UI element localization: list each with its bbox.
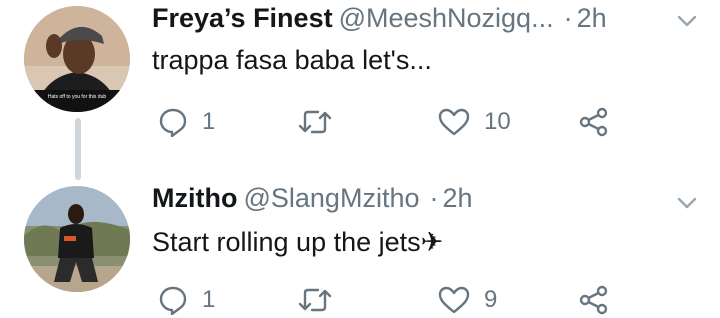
- display-name[interactable]: Mzitho: [152, 183, 237, 213]
- timestamp[interactable]: 2h: [577, 3, 607, 33]
- tweet-actions: 1 10: [152, 104, 622, 140]
- like-button[interactable]: 10: [438, 104, 511, 140]
- timestamp[interactable]: 2h: [442, 183, 472, 213]
- retweet-icon: [298, 107, 332, 137]
- share-icon: [578, 106, 610, 138]
- separator-dot: ·: [563, 3, 573, 33]
- heart-icon: [438, 285, 470, 315]
- reply-count: 1: [202, 108, 216, 135]
- tweet-header: Freya’s Finest @MeeshNozigq... · 2h: [152, 2, 607, 34]
- retweet-icon: [298, 285, 332, 315]
- share-button[interactable]: [578, 104, 610, 140]
- avatar[interactable]: Hats off to you for this dub: [24, 6, 130, 112]
- heart-icon: [438, 107, 470, 137]
- chevron-down-icon[interactable]: [676, 10, 698, 32]
- avatar-caption: Hats off to you for this dub: [48, 94, 106, 100]
- reply-button[interactable]: 1: [158, 104, 215, 140]
- avatar[interactable]: [24, 186, 130, 292]
- separator-dot: ·: [429, 183, 439, 213]
- share-icon: [578, 284, 610, 316]
- reply-icon: [158, 107, 188, 137]
- user-handle[interactable]: @SlangMzitho: [243, 183, 419, 213]
- display-name[interactable]: Freya’s Finest: [152, 3, 333, 33]
- reply-icon: [158, 285, 188, 315]
- tweet-text: Start rolling up the jets✈: [152, 227, 444, 257]
- like-count: 9: [484, 286, 498, 313]
- tweet-text: trappa fasa baba let's...: [152, 45, 432, 75]
- chevron-down-icon[interactable]: [676, 192, 698, 214]
- like-count: 10: [484, 108, 511, 135]
- user-handle[interactable]: @MeeshNozigq...: [339, 3, 554, 33]
- reply-count: 1: [202, 286, 216, 313]
- tweet-1[interactable]: Hats off to you for this dub Freya’s Fin…: [0, 0, 720, 180]
- tweet-header: Mzitho @SlangMzitho · 2h: [152, 182, 473, 214]
- retweet-button[interactable]: [298, 104, 346, 140]
- tweet-2[interactable]: Mzitho @SlangMzitho · 2h Start rolling up t…: [0, 156, 720, 316]
